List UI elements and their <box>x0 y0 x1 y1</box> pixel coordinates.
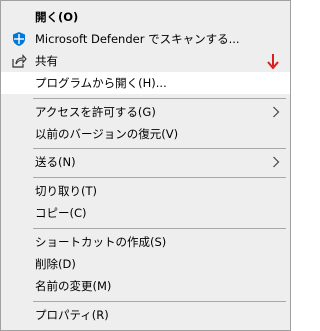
menu-item-open-with-label: プログラムから開く(H)... <box>35 76 167 90</box>
share-icon <box>12 54 27 68</box>
menu-item-open-with[interactable]: プログラムから開く(H)... <box>1 72 290 94</box>
menu-item-create-shortcut-label: ショートカットの作成(S) <box>35 235 167 249</box>
shield-icon <box>13 32 25 46</box>
menu-item-send-to[interactable]: 送る(N) <box>1 151 290 173</box>
chevron-right-icon <box>273 156 280 168</box>
menu-item-rename[interactable]: 名前の変更(M) <box>1 275 290 297</box>
menu-item-share-label: 共有 <box>35 54 58 68</box>
menu-item-delete-label: 削除(D) <box>35 257 76 271</box>
menu-item-give-access[interactable]: アクセスを許可する(G) <box>1 101 290 123</box>
menu-item-rename-label: 名前の変更(M) <box>35 279 112 293</box>
menu-item-copy-label: コピー(C) <box>35 206 87 220</box>
menu-item-create-shortcut[interactable]: ショートカットの作成(S) <box>1 231 290 253</box>
menu-separator <box>33 228 286 229</box>
menu-separator <box>33 98 286 99</box>
menu-item-restore-versions-label: 以前のバージョンの復元(V) <box>35 127 179 141</box>
arrow-down-icon <box>267 54 279 69</box>
menu-item-share[interactable]: 共有 <box>1 50 290 72</box>
menu-item-send-to-label: 送る(N) <box>35 155 76 169</box>
menu-item-open-label: 開く(O) <box>35 10 79 24</box>
menu-item-copy[interactable]: コピー(C) <box>1 202 290 224</box>
menu-item-cut-label: 切り取り(T) <box>35 184 97 198</box>
context-menu: 開く(O) Microsoft Defender でスキャンする... 共有 プ… <box>0 0 291 331</box>
menu-item-properties-label: プロパティ(R) <box>35 308 109 322</box>
menu-item-delete[interactable]: 削除(D) <box>1 253 290 275</box>
menu-item-defender-scan[interactable]: Microsoft Defender でスキャンする... <box>1 28 290 50</box>
menu-item-open[interactable]: 開く(O) <box>1 6 290 28</box>
menu-item-restore-versions[interactable]: 以前のバージョンの復元(V) <box>1 123 290 145</box>
menu-item-give-access-label: アクセスを許可する(G) <box>35 105 156 119</box>
menu-item-defender-scan-label: Microsoft Defender でスキャンする... <box>35 32 240 46</box>
menu-item-cut[interactable]: 切り取り(T) <box>1 180 290 202</box>
menu-separator <box>33 148 286 149</box>
menu-separator <box>33 177 286 178</box>
chevron-right-icon <box>273 106 280 118</box>
menu-item-properties[interactable]: プロパティ(R) <box>1 304 290 326</box>
menu-separator <box>33 301 286 302</box>
